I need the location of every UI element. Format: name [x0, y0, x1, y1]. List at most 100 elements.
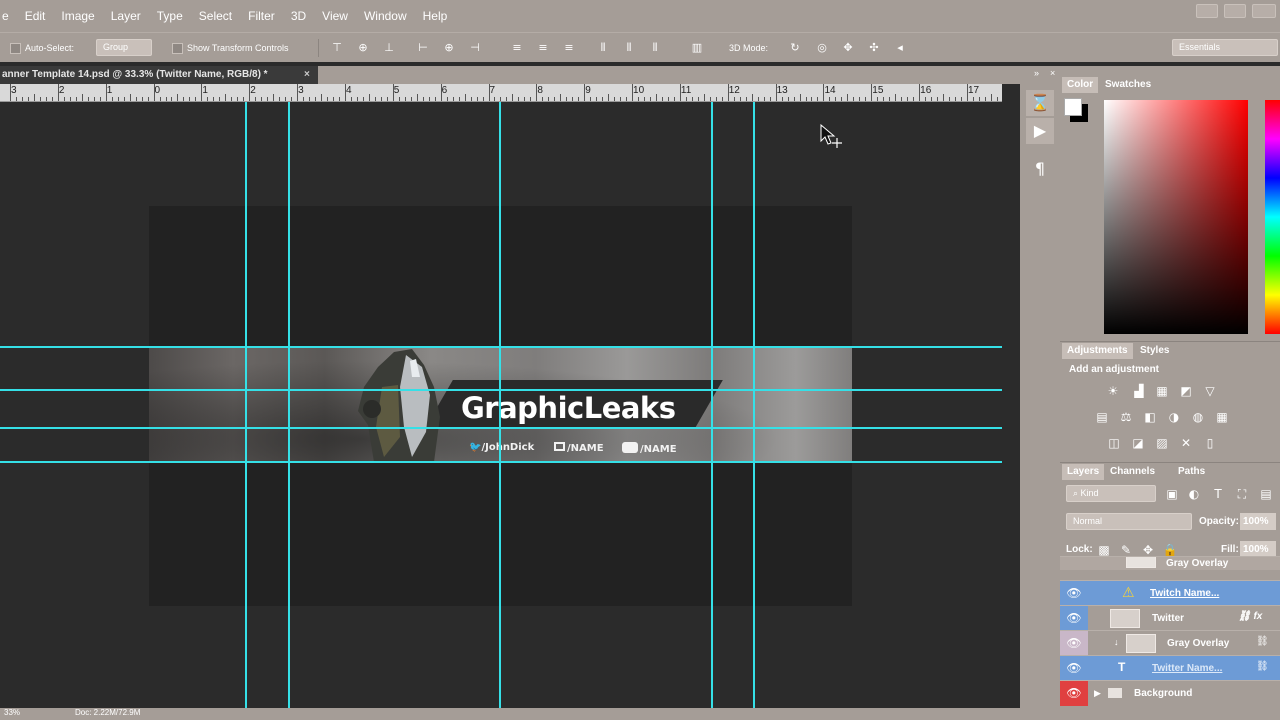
menu-layer[interactable]: Layer — [103, 9, 149, 23]
invert-icon[interactable]: ◫ — [1106, 436, 1122, 450]
workspace-switcher[interactable]: Essentials — [1172, 39, 1278, 56]
show-transform-option[interactable]: Show Transform Controls — [172, 40, 289, 56]
layer-name[interactable]: Twitter Name... — [1152, 656, 1222, 681]
link-fx-icon[interactable]: ⛓ fx — [1238, 611, 1262, 622]
paragraph-panel-icon[interactable]: ¶ — [1026, 156, 1054, 182]
3d-roll-icon[interactable]: ◎ — [815, 41, 829, 55]
menu-select[interactable]: Select — [191, 9, 240, 23]
layer-row[interactable]: 👁 ⚠ Twitch Name... — [1060, 580, 1280, 605]
distribute-top-icon[interactable]: ≡ — [510, 41, 524, 55]
layer-row-selected[interactable]: 👁 T Twitter Name... ⛓ — [1060, 655, 1280, 680]
close-panels-icon[interactable]: × — [1050, 68, 1055, 78]
layer-name[interactable]: Twitter — [1152, 606, 1184, 631]
3d-scale-icon[interactable]: ◂ — [893, 41, 907, 55]
tab-swatches[interactable]: Swatches — [1100, 77, 1156, 93]
align-left-icon[interactable]: ⊢ — [416, 41, 430, 55]
gradient-fill-icon[interactable]: ▯ — [1202, 436, 1218, 450]
expand-group-icon[interactable]: ▶ — [1094, 681, 1101, 706]
distribute-bottom-icon[interactable]: ≡ — [562, 41, 576, 55]
align-top-icon[interactable]: ⊤ — [330, 41, 344, 55]
photo-filter-icon[interactable]: ◍ — [1190, 410, 1206, 424]
threshold-icon[interactable]: ▨ — [1154, 436, 1170, 450]
close-tab-icon[interactable]: × — [304, 66, 310, 84]
distribute-vcenter-icon[interactable]: ≡ — [536, 41, 550, 55]
horizontal-guide[interactable] — [0, 346, 1002, 348]
close-window-button[interactable] — [1252, 4, 1276, 18]
distribute-left-icon[interactable]: ⫴ — [596, 41, 610, 55]
visibility-eye-icon[interactable]: 👁 — [1060, 631, 1088, 656]
menu-filter[interactable]: Filter — [240, 9, 283, 23]
zoom-level[interactable]: 33% — [4, 708, 20, 717]
lock-transparent-icon[interactable]: ▩ — [1096, 543, 1112, 557]
link-icon[interactable]: ⛓ — [1256, 636, 1269, 647]
black-white-icon[interactable]: ◑ — [1166, 410, 1182, 424]
tab-layers[interactable]: Layers — [1062, 464, 1105, 480]
lock-image-icon[interactable]: ✎ — [1118, 543, 1134, 557]
levels-icon[interactable]: ▟ — [1131, 384, 1147, 398]
layer-name[interactable]: Gray Overlay — [1167, 631, 1229, 656]
filter-pixel-icon[interactable]: ▣ — [1164, 487, 1180, 501]
auto-select-dropdown[interactable]: Group — [96, 39, 152, 56]
hue-saturation-icon[interactable]: ⚖ — [1118, 410, 1134, 424]
auto-select-checkbox[interactable] — [10, 43, 21, 55]
tab-color[interactable]: Color — [1062, 77, 1099, 93]
layer-row[interactable]: 👁 ↓ Gray Overlay ⛓ — [1060, 630, 1280, 656]
align-bottom-icon[interactable]: ⊥ — [382, 41, 396, 55]
layer-name[interactable]: Gray Overlay — [1166, 557, 1228, 570]
menu-edit[interactable]: Edit — [17, 9, 54, 23]
tab-styles[interactable]: Styles — [1135, 343, 1174, 359]
foreground-color-swatch[interactable] — [1064, 98, 1082, 116]
selective-color-icon[interactable]: ✕ — [1178, 436, 1194, 450]
layer-name[interactable]: Background — [1134, 681, 1192, 706]
filter-type-icon[interactable]: T — [1210, 487, 1226, 501]
filter-smart-object-icon[interactable]: ▤ — [1258, 487, 1274, 501]
filter-adjustment-icon[interactable]: ◐ — [1186, 487, 1202, 501]
layer-row[interactable]: 👁 ▶ Background — [1060, 680, 1280, 706]
expand-panels-icon[interactable]: » — [1034, 68, 1039, 78]
curves-icon[interactable]: ▦ — [1154, 384, 1170, 398]
tab-adjustments[interactable]: Adjustments — [1062, 343, 1133, 359]
distribute-right-icon[interactable]: ⫴ — [648, 41, 662, 55]
history-panel-icon[interactable]: ⌛ — [1026, 90, 1054, 116]
menu-type[interactable]: Type — [149, 9, 191, 23]
horizontal-guide[interactable] — [0, 427, 1002, 429]
lock-all-icon[interactable]: 🔒 — [1162, 543, 1178, 557]
show-transform-checkbox[interactable] — [172, 43, 183, 55]
color-balance-icon[interactable]: ◧ — [1142, 410, 1158, 424]
align-vcenter-icon[interactable]: ⊕ — [356, 41, 370, 55]
layer-row[interactable]: 👁 Twitter ⛓ fx — [1060, 605, 1280, 631]
minimize-button[interactable] — [1196, 4, 1218, 18]
opacity-input[interactable]: 100% — [1240, 513, 1276, 530]
maximize-button[interactable] — [1224, 4, 1246, 18]
menu-file[interactable]: e — [0, 9, 17, 23]
align-hcenter-icon[interactable]: ⊕ — [442, 41, 456, 55]
tab-channels[interactable]: Channels — [1105, 464, 1160, 480]
layer-name[interactable]: Twitch Name... — [1150, 581, 1219, 606]
menu-view[interactable]: View — [314, 9, 356, 23]
menu-window[interactable]: Window — [356, 9, 415, 23]
3d-slide-icon[interactable]: ✣ — [867, 41, 881, 55]
auto-align-icon[interactable]: ▥ — [690, 41, 704, 55]
actions-panel-icon[interactable]: ▶ — [1026, 118, 1054, 144]
filter-shape-icon[interactable]: ⛶ — [1234, 487, 1250, 501]
visibility-eye-icon[interactable]: 👁 — [1060, 581, 1088, 606]
visibility-eye-icon[interactable]: 👁 — [1060, 656, 1088, 681]
vertical-guide[interactable] — [288, 102, 290, 708]
posterize-icon[interactable]: ◪ — [1130, 436, 1146, 450]
vertical-guide[interactable] — [245, 102, 247, 708]
vertical-guide[interactable] — [499, 102, 501, 708]
visibility-eye-icon[interactable]: 👁 — [1060, 606, 1088, 631]
distribute-hcenter-icon[interactable]: ⫴ — [622, 41, 636, 55]
vertical-guide[interactable] — [711, 102, 713, 708]
menu-help[interactable]: Help — [415, 9, 456, 23]
auto-select-option[interactable]: Auto-Select: — [10, 40, 74, 56]
layer-row[interactable]: Gray Overlay — [1060, 556, 1280, 570]
align-right-icon[interactable]: ⊣ — [468, 41, 482, 55]
vibrance-icon[interactable]: ▤ — [1094, 410, 1110, 424]
blend-mode-dropdown[interactable]: Normal — [1066, 513, 1192, 530]
link-icon[interactable]: ⛓ — [1256, 661, 1269, 672]
layer-filter-dropdown[interactable]: ⌕ Kind — [1066, 485, 1156, 502]
color-field[interactable] — [1104, 100, 1248, 334]
horizontal-guide[interactable] — [0, 461, 1002, 463]
document-tab[interactable]: anner Template 14.psd @ 33.3% (Twitter N… — [0, 66, 318, 84]
